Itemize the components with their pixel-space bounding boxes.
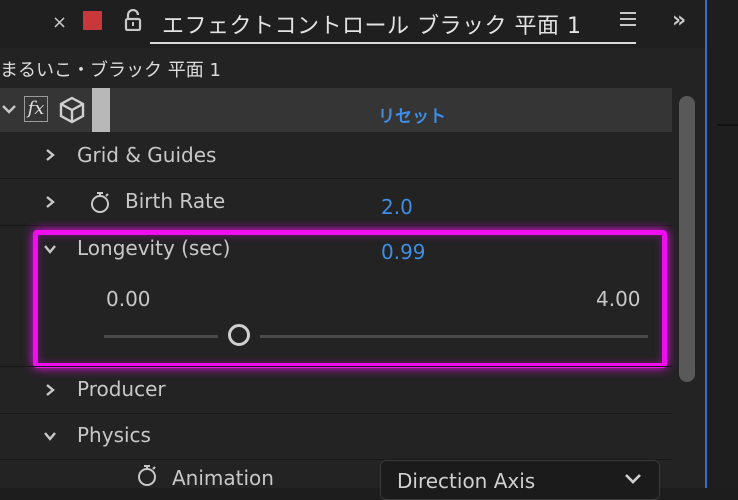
fx-toggle-icon[interactable]: fx: [24, 96, 48, 122]
property-label-animation: Animation: [172, 466, 274, 490]
panel-tab-bar: × エフェクトコントロール ブラック 平面 1 »: [0, 0, 706, 48]
chevron-right-icon[interactable]: [44, 149, 56, 161]
property-row-physics[interactable]: Physics: [0, 413, 672, 460]
property-label-grid-guides: Grid & Guides: [77, 143, 217, 167]
property-row-birth-rate[interactable]: Birth Rate 2.0: [0, 179, 672, 226]
highlight-annotation-box: [33, 230, 667, 368]
panel-menu-icon[interactable]: [620, 12, 636, 28]
chevron-down-icon: [625, 474, 641, 484]
cube-3d-icon[interactable]: [58, 96, 86, 124]
animation-dropdown-value: Direction Axis: [397, 469, 536, 493]
chevron-right-icon[interactable]: [44, 384, 56, 396]
active-tab-underline: [150, 42, 636, 44]
chevron-down-icon[interactable]: [2, 102, 16, 116]
birth-rate-value[interactable]: 2.0: [381, 195, 413, 219]
animation-dropdown[interactable]: Direction Axis: [380, 460, 660, 500]
property-label-physics: Physics: [77, 423, 151, 447]
effect-name-placeholder: [92, 88, 110, 132]
layer-color-swatch: [83, 11, 102, 30]
property-row-grid-guides[interactable]: Grid & Guides: [0, 132, 672, 179]
panel-tab-title[interactable]: エフェクトコントロール ブラック 平面 1: [162, 8, 581, 40]
chevron-right-icon[interactable]: [44, 196, 56, 208]
effect-controls-panel: × エフェクトコントロール ブラック 平面 1 » まるいこ・ブラック 平面 1…: [0, 0, 706, 500]
property-label-birth-rate: Birth Rate: [125, 189, 226, 213]
adjacent-panel: [707, 0, 738, 488]
stopwatch-icon[interactable]: [89, 191, 111, 213]
lock-icon[interactable]: [124, 9, 142, 31]
stopwatch-icon[interactable]: [136, 464, 158, 486]
close-tab-button[interactable]: ×: [52, 12, 67, 33]
property-label-producer: Producer: [77, 377, 166, 401]
chevron-down-icon[interactable]: [44, 430, 56, 442]
reset-link[interactable]: リセット: [378, 102, 446, 127]
panel-overflow-chevrons-icon[interactable]: »: [672, 8, 686, 33]
property-row-producer[interactable]: Producer: [0, 366, 672, 414]
layer-name-title: まるいこ・ブラック 平面 1: [0, 60, 221, 81]
vertical-scrollbar-thumb[interactable]: [679, 96, 695, 382]
